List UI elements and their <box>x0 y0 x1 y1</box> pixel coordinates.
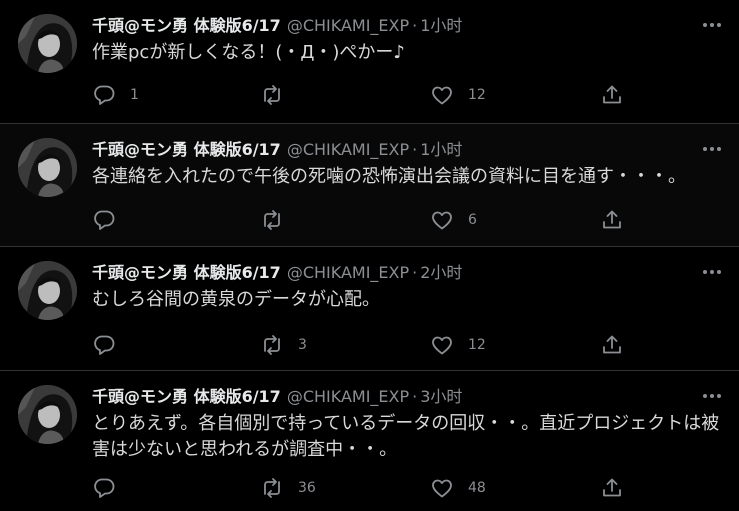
tweet-text: とりあえず。各自個別で持っているデータの回収・・。直近プロジェクトは被害は少ない… <box>92 413 720 460</box>
timestamp[interactable]: 1小时 <box>420 16 462 35</box>
tweet-header: 千頭@モン勇 体験版6/17 @CHIKAMI_EXP · 2小时 <box>92 261 462 285</box>
retweet-count: 36 <box>298 480 316 496</box>
like-button[interactable]: 12 <box>430 333 486 357</box>
tweet-text: 各連絡を入れたので午後の死噛の恐怖演出会議の資料に目を通す・・・。 <box>92 166 686 187</box>
timestamp[interactable]: 3小时 <box>420 387 462 406</box>
reply-button[interactable] <box>92 333 130 357</box>
timestamp[interactable]: 2小时 <box>420 263 462 282</box>
display-name[interactable]: 千頭@モン勇 体験版6/17 <box>92 263 281 282</box>
display-name[interactable]: 千頭@モン勇 体験版6/17 <box>92 387 281 406</box>
tweet[interactable]: 千頭@モン勇 体験版6/17 @CHIKAMI_EXP · 2小时 むしろ谷間の黄泉の… <box>0 247 739 371</box>
tweet-actions: 1 12 <box>92 83 632 107</box>
like-icon <box>430 83 454 107</box>
avatar[interactable] <box>18 261 77 320</box>
reply-icon <box>92 83 116 107</box>
separator-dot: · <box>412 16 418 35</box>
more-options-icon[interactable] <box>701 14 723 36</box>
like-button[interactable]: 48 <box>430 476 486 500</box>
retweet-count: 3 <box>298 337 307 353</box>
retweet-icon <box>260 208 284 232</box>
retweet-button[interactable]: 36 <box>260 476 316 500</box>
like-icon <box>430 208 454 232</box>
timestamp[interactable]: 1小时 <box>420 140 462 159</box>
share-button[interactable] <box>600 476 624 500</box>
share-button[interactable] <box>600 333 624 357</box>
like-count: 12 <box>468 337 486 353</box>
avatar[interactable] <box>18 138 77 197</box>
share-button[interactable] <box>600 83 624 107</box>
like-count: 48 <box>468 480 486 496</box>
retweet-button[interactable] <box>260 208 298 232</box>
user-handle[interactable]: @CHIKAMI_EXP <box>287 387 409 406</box>
retweet-icon <box>260 83 284 107</box>
share-icon <box>600 476 624 500</box>
reply-icon <box>92 208 116 232</box>
more-options-icon[interactable] <box>701 385 723 407</box>
user-handle[interactable]: @CHIKAMI_EXP <box>287 16 409 35</box>
user-handle[interactable]: @CHIKAMI_EXP <box>287 263 409 282</box>
tweet-actions: 36 48 <box>92 476 632 500</box>
tweet-actions: 3 12 <box>92 333 632 357</box>
display-name[interactable]: 千頭@モン勇 体験版6/17 <box>92 16 281 35</box>
share-button[interactable] <box>600 208 624 232</box>
tweet-header: 千頭@モン勇 体験版6/17 @CHIKAMI_EXP · 3小时 <box>92 385 462 409</box>
reply-icon <box>92 333 116 357</box>
like-count: 6 <box>468 212 477 228</box>
tweet[interactable]: 千頭@モン勇 体験版6/17 @CHIKAMI_EXP · 1小时 各連絡を入れたので… <box>0 124 739 247</box>
display-name[interactable]: 千頭@モン勇 体験版6/17 <box>92 140 281 159</box>
like-button[interactable]: 6 <box>430 208 477 232</box>
avatar[interactable] <box>18 385 77 444</box>
share-icon <box>600 83 624 107</box>
reply-icon <box>92 476 116 500</box>
retweet-button[interactable]: 3 <box>260 333 307 357</box>
separator-dot: · <box>412 263 418 282</box>
retweet-button[interactable] <box>260 83 298 107</box>
separator-dot: · <box>412 387 418 406</box>
tweet-text: 作業pcが新しくなる！(・Д・)ぺかー♪ <box>92 42 405 63</box>
timeline: 千頭@モン勇 体験版6/17 @CHIKAMI_EXP · 1小时 作業pcが新しくな… <box>0 0 739 511</box>
separator-dot: · <box>412 140 418 159</box>
like-button[interactable]: 12 <box>430 83 486 107</box>
tweet[interactable]: 千頭@モン勇 体験版6/17 @CHIKAMI_EXP · 3小时 とりあえず。各自個… <box>0 371 739 511</box>
like-icon <box>430 333 454 357</box>
tweet-text: むしろ谷間の黄泉のデータが心配。 <box>92 289 380 310</box>
tweet[interactable]: 千頭@モン勇 体験版6/17 @CHIKAMI_EXP · 1小时 作業pcが新しくな… <box>0 0 739 124</box>
share-icon <box>600 208 624 232</box>
retweet-icon <box>260 476 284 500</box>
reply-button[interactable] <box>92 476 130 500</box>
more-options-icon[interactable] <box>701 138 723 160</box>
more-options-icon[interactable] <box>701 261 723 283</box>
user-handle[interactable]: @CHIKAMI_EXP <box>287 140 409 159</box>
share-icon <box>600 333 624 357</box>
reply-button[interactable] <box>92 208 130 232</box>
tweet-header: 千頭@モン勇 体験版6/17 @CHIKAMI_EXP · 1小时 <box>92 138 462 162</box>
avatar[interactable] <box>18 14 77 73</box>
like-count: 12 <box>468 87 486 103</box>
like-icon <box>430 476 454 500</box>
tweet-header: 千頭@モン勇 体験版6/17 @CHIKAMI_EXP · 1小时 <box>92 14 462 38</box>
reply-count: 1 <box>130 87 139 103</box>
tweet-actions: 6 <box>92 208 632 232</box>
retweet-icon <box>260 333 284 357</box>
reply-button[interactable]: 1 <box>92 83 139 107</box>
